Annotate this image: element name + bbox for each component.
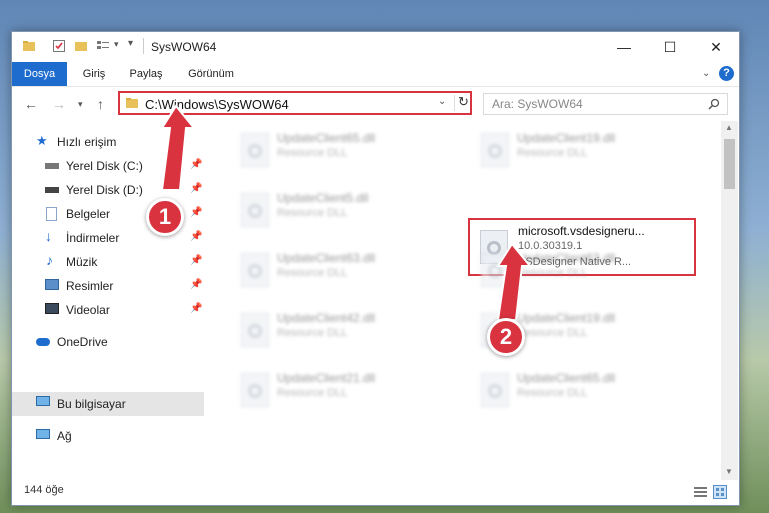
arrow-up-icon [160, 104, 197, 191]
step-1-badge: 1 [146, 198, 184, 236]
step-2-badge: 2 [487, 318, 525, 356]
annotation-arrows [160, 104, 533, 321]
arrow-up-icon [496, 242, 533, 321]
